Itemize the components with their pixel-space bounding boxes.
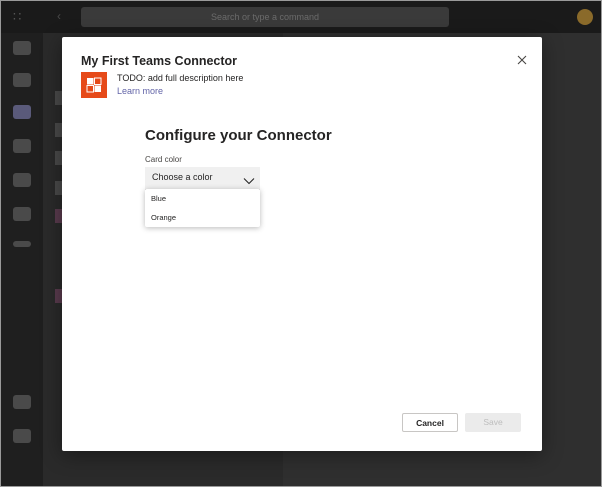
app-description: TODO: add full description here — [117, 73, 244, 83]
store-icon[interactable] — [13, 395, 31, 409]
card-color-dropdown[interactable]: Choose a color — [145, 167, 260, 190]
dialog-title: My First Teams Connector — [81, 54, 238, 68]
card-color-label: Card color — [145, 155, 182, 164]
option-label: Blue — [151, 194, 167, 203]
more-apps-icon[interactable] — [13, 241, 31, 247]
save-button[interactable]: Save — [465, 413, 521, 432]
learn-more-link[interactable]: Learn more — [117, 86, 163, 96]
avatar[interactable] — [577, 9, 593, 25]
cancel-button[interactable]: Cancel — [402, 413, 458, 432]
search-box[interactable]: Search or type a command — [81, 7, 449, 27]
files-icon[interactable] — [13, 207, 31, 221]
color-options-menu: Blue Orange — [145, 189, 260, 227]
dropdown-placeholder: Choose a color — [152, 172, 213, 182]
back-arrow-icon[interactable]: ‹ — [57, 9, 71, 23]
calls-icon[interactable] — [13, 173, 31, 187]
search-placeholder: Search or type a command — [210, 12, 320, 22]
configure-heading: Configure your Connector — [145, 127, 332, 144]
compose-box[interactable] — [57, 461, 547, 479]
teams-window: ∷ ‹ Search or type a command My First Te… — [0, 0, 602, 487]
connector-app-icon — [81, 72, 107, 98]
option-blue[interactable]: Blue — [145, 189, 260, 208]
help-icon[interactable] — [13, 429, 31, 443]
option-orange[interactable]: Orange — [145, 208, 260, 227]
calendar-icon[interactable] — [13, 139, 31, 153]
activity-icon[interactable] — [13, 41, 31, 55]
app-launcher-icon[interactable]: ∷ — [13, 10, 29, 24]
option-label: Orange — [151, 213, 177, 222]
close-icon[interactable] — [514, 52, 530, 68]
connector-dialog: My First Teams Connector TODO: add full … — [62, 37, 542, 451]
chat-icon[interactable] — [13, 73, 31, 87]
top-bar: ∷ ‹ Search or type a command — [1, 1, 601, 33]
app-rail — [1, 33, 43, 486]
teams-icon[interactable] — [13, 105, 31, 119]
chevron-down-icon — [243, 173, 255, 185]
